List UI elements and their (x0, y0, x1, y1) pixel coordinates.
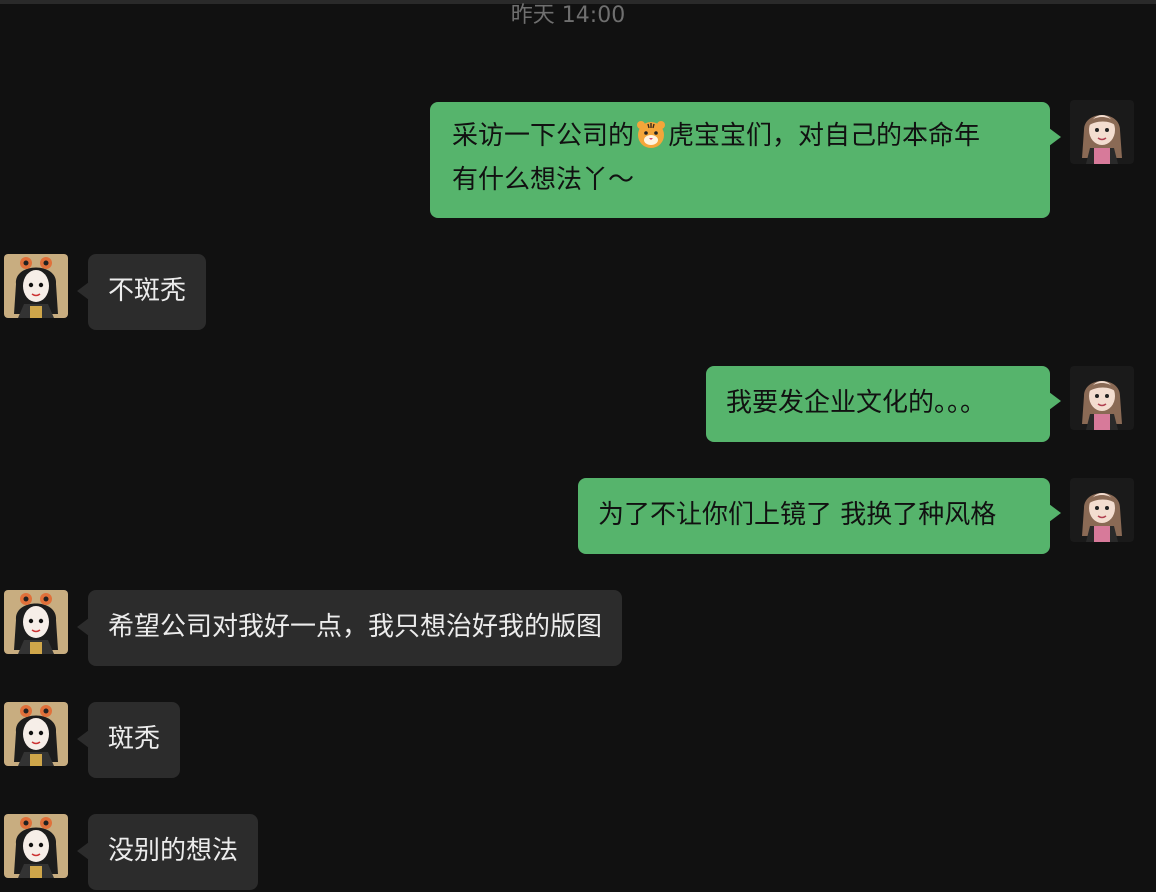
message-bubble-received[interactable]: 希望公司对我好一点，我只想治好我的版图 (76, 590, 623, 666)
avatar-contact[interactable] (4, 254, 68, 318)
avatar-contact[interactable] (4, 702, 68, 766)
message-bubble-sent[interactable]: 采访一下公司的 虎宝宝们，对自己的本命年 有什么想法丫～ (430, 102, 1061, 218)
message-timestamp: 昨天 14:00 (510, 3, 626, 28)
tiger-face-icon (637, 121, 666, 148)
message-text: 虎宝宝们，对自己的本命年 (668, 121, 981, 151)
message-text: 不斑秃 (108, 276, 187, 306)
message-bubble-sent[interactable]: 为了不让你们上镜了 我换了种风格 (578, 478, 1061, 554)
message-bubble-sent[interactable]: 我要发企业文化的。。。 (706, 366, 1061, 442)
avatar-self[interactable] (1070, 100, 1134, 164)
avatar-self[interactable] (1070, 366, 1134, 430)
message-text: 没别的想法 (108, 836, 239, 866)
message-text: 希望公司对我好一点，我只想治好我的版图 (108, 612, 603, 642)
avatar-contact[interactable] (4, 814, 68, 878)
message-text: 采访一下公司的 (452, 121, 635, 151)
message-text: 有什么想法丫～ (452, 165, 635, 195)
avatar-contact[interactable] (4, 590, 68, 654)
message-text: 斑秃 (108, 724, 161, 754)
message-text: 为了不让你们上镜了 我换了种风格 (598, 500, 997, 530)
message-bubble-received[interactable]: 没别的想法 (76, 814, 259, 890)
message-bubble-received[interactable]: 不斑秃 (76, 254, 207, 330)
avatar-self[interactable] (1070, 478, 1134, 542)
message-text: 我要发企业文化的。。。 (726, 388, 987, 418)
message-bubble-received[interactable]: 斑秃 (76, 702, 181, 778)
